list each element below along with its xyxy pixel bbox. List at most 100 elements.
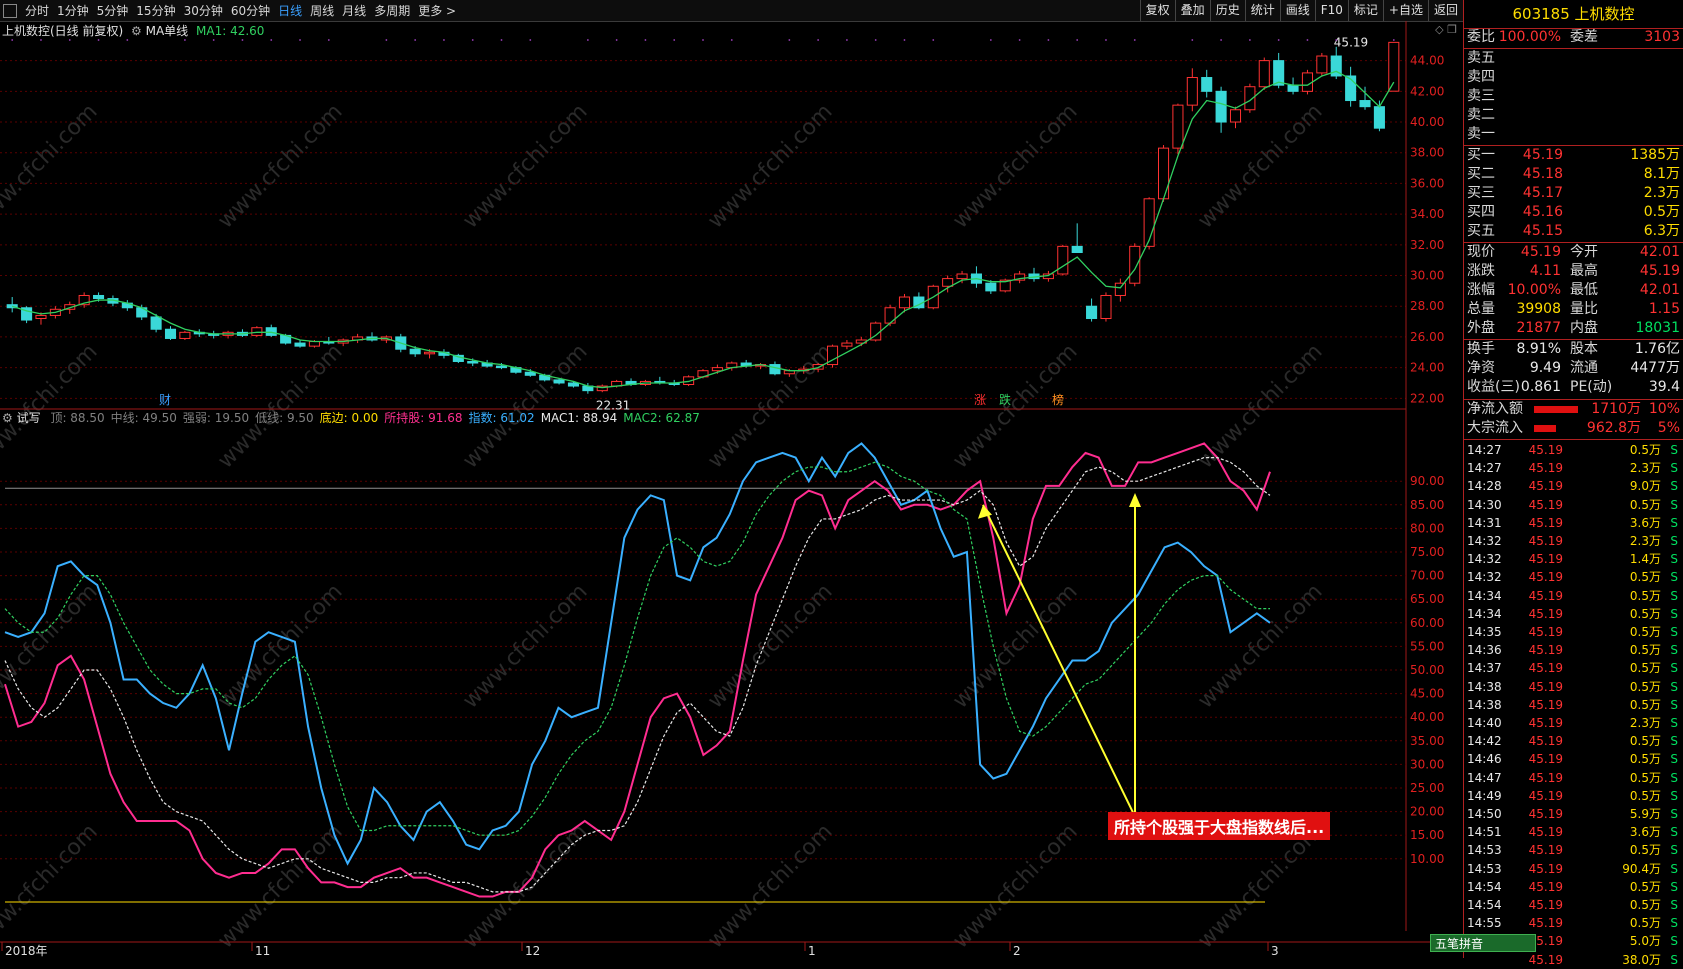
tick-side: S [1670, 952, 1678, 967]
buy-row: 买五 45.15 6.3万 [1464, 222, 1683, 241]
period-tab[interactable]: 更多 > [414, 2, 460, 19]
settings-icon[interactable]: ⚙ [131, 24, 142, 38]
tick-side: S [1670, 497, 1678, 512]
candle-body [841, 342, 853, 347]
period-tab[interactable]: 月线 [338, 2, 370, 19]
date-label: 3 [1271, 944, 1279, 958]
tick-volume: 0.5万 [1629, 679, 1661, 694]
signal-dot [615, 39, 618, 41]
series-line [4, 461, 1270, 836]
tick-time: 14:32 [1467, 552, 1502, 567]
sub-tick-label: 70.00 [1410, 569, 1444, 583]
price-tick-label: 24.00 [1410, 361, 1444, 375]
indicator-name[interactable]: MA单线 [146, 24, 189, 38]
diamond-icon[interactable]: ◇ [1435, 23, 1443, 36]
toolbar-button[interactable]: 统计 [1244, 0, 1280, 21]
settings-icon[interactable]: ⚙ [2, 411, 13, 425]
tick-row: 14:30 45.19 0.5万 S [1464, 496, 1683, 514]
tick-side: S [1670, 825, 1678, 840]
sub-tick-label: 20.00 [1410, 805, 1444, 819]
tick-volume: 0.5万 [1629, 588, 1661, 603]
tick-time: 14:54 [1467, 879, 1502, 894]
window-icon[interactable] [3, 3, 17, 18]
signal-dot [529, 39, 532, 41]
toolbar-button[interactable]: +自选 [1382, 0, 1428, 21]
tick-price: 45.19 [1528, 734, 1563, 749]
period-tab[interactable]: 1分钟 [53, 2, 93, 19]
price-tick-label: 38.00 [1410, 146, 1444, 160]
watermark-text: www.cfchi.com [458, 99, 592, 233]
toolbar-button[interactable]: 叠加 [1174, 0, 1210, 21]
candle-body [985, 282, 997, 292]
tick-time: 14:27 [1467, 461, 1502, 476]
candle-body [1258, 60, 1270, 88]
tick-row: 14:55 45.19 0.5万 S [1464, 914, 1683, 932]
tick-side: S [1670, 934, 1678, 949]
toolbar-button[interactable]: 复权 [1139, 0, 1175, 21]
period-tab[interactable]: 5分钟 [93, 2, 133, 19]
candle-body [1301, 72, 1313, 92]
restore-icon[interactable]: ❐ [1447, 23, 1457, 36]
period-tab[interactable]: 周线 [306, 2, 338, 19]
stock-code-name[interactable]: 603185 上机数控 [1464, 0, 1683, 29]
tick-row: 45.19 38.0万 S [1464, 951, 1683, 969]
tick-price: 45.19 [1528, 461, 1563, 476]
period-tab[interactable]: 日线 [274, 2, 306, 19]
flow-label: 大宗流入 [1467, 420, 1523, 436]
quote-value: 45.19 [1520, 244, 1561, 260]
tick-price: 45.19 [1528, 807, 1563, 821]
info-value: 1.76亿 [1634, 341, 1680, 357]
tick-time: 14:31 [1467, 515, 1502, 530]
tick-price: 45.19 [1528, 697, 1563, 712]
toolbar-button[interactable]: 返回 [1427, 0, 1463, 21]
tick-volume: 0.5万 [1629, 625, 1661, 639]
tick-row: 14:42 45.19 0.5万 S [1464, 732, 1683, 750]
candle-body [35, 314, 47, 320]
flow-pct: 5% [1657, 420, 1680, 436]
quote-label: 外盘 [1467, 320, 1495, 336]
period-tab[interactable]: 15分钟 [132, 2, 179, 19]
tick-time: 14:34 [1467, 588, 1502, 603]
flow-bar [1534, 425, 1556, 432]
tick-price: 45.19 [1528, 443, 1563, 457]
tick-row: 14:38 45.19 0.5万 S [1464, 678, 1683, 696]
period-tab[interactable]: 30分钟 [180, 2, 227, 19]
watermark-text: www.cfchi.com [948, 819, 1082, 953]
tick-row: 14:27 45.19 0.5万 S [1464, 441, 1683, 459]
sell-label: 卖一 [1467, 126, 1495, 142]
quote-value: 10.00% [1507, 282, 1561, 298]
candle-body [567, 382, 580, 387]
toolbar-button[interactable]: 历史 [1209, 0, 1245, 21]
toolbar-button[interactable]: 标记 [1347, 0, 1383, 21]
signal-dot [817, 39, 820, 41]
sub-chart-title[interactable]: 试写 [17, 411, 41, 425]
period-tab[interactable]: 多周期 [370, 2, 414, 19]
flow-bar [1534, 406, 1578, 413]
tick-price: 45.19 [1528, 861, 1563, 876]
ime-bar[interactable]: 五笔拼音 [1430, 934, 1536, 952]
legend-item: 所持股: 91.68 [384, 411, 463, 425]
period-tab[interactable]: 分时 [21, 2, 53, 19]
buy-row: 买二 45.18 8.1万 [1464, 165, 1683, 184]
signal-dot [846, 39, 848, 41]
toolbar-button[interactable]: F10 [1314, 0, 1348, 21]
tick-price: 45.19 [1528, 534, 1563, 548]
period-toolbar: 分时 1分钟 5分钟 15分钟 30分钟 60分钟 日线 周线 月线 多周期 更多 > 复权 叠加 历史… [0, 0, 1463, 22]
tick-time: 14:46 [1467, 752, 1502, 767]
event-mark: 财 [159, 393, 171, 407]
price-tick-label: 32.00 [1410, 238, 1444, 252]
period-tab[interactable]: 60分钟 [227, 2, 274, 19]
candle-body [164, 328, 177, 339]
ma-label: MA1: 42.60 [196, 24, 265, 38]
signal-dot [414, 39, 417, 41]
signal-dot [1191, 39, 1194, 41]
quote-label: 量比 [1570, 301, 1598, 317]
weicha-value: 3103 [1644, 29, 1680, 45]
signal-dot [126, 39, 129, 41]
candle-body [1071, 245, 1083, 254]
info-row: 收益(三) 0.861 PE(动) 39.4 [1464, 378, 1683, 397]
tick-side: S [1670, 752, 1678, 767]
toolbar-button[interactable]: 画线 [1279, 0, 1315, 21]
date-label: 11 [255, 944, 270, 958]
candle-body [1316, 55, 1328, 74]
